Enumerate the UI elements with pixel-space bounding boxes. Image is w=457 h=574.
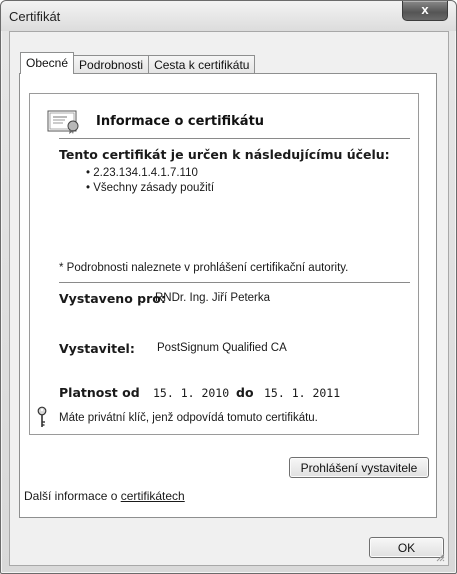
details-note: * Podrobnosti naleznete v prohlášení cer…: [59, 262, 349, 274]
valid-from-label: Platnost od: [59, 385, 140, 400]
tab-certification-path[interactable]: Cesta k certifikátu: [148, 55, 256, 74]
tab-details[interactable]: Podrobnosti: [73, 55, 150, 74]
key-icon: [37, 406, 47, 427]
resize-grip-icon[interactable]: [435, 552, 445, 562]
issued-to-label: Vystaveno pro:: [59, 291, 166, 306]
purpose-item: Všechny zásady použití: [86, 181, 214, 196]
purpose-list: 2.23.134.1.4.1.7.110 Všechny zásady použ…: [86, 166, 214, 196]
private-key-note: Máte privátní klíč, jenž odpovídá tomuto…: [59, 412, 318, 424]
certificate-info-title: Informace o certifikátu: [96, 114, 265, 129]
valid-to-value: 15. 1. 2011: [264, 386, 341, 400]
tab-strip: Obecné Podrobnosti Cesta k certifikátu: [20, 52, 256, 74]
close-button[interactable]: x: [402, 1, 448, 21]
issuer-value: PostSignum Qualified CA: [157, 342, 287, 354]
valid-to-label: do: [236, 385, 254, 400]
close-icon: x: [421, 2, 429, 17]
issued-to-value: RNDr. Ing. Jiří Peterka: [155, 292, 271, 304]
divider: [59, 138, 410, 139]
tab-general[interactable]: Obecné: [20, 52, 75, 74]
certificate-icon: [47, 110, 79, 134]
more-info: Další informace o certifikátech: [24, 489, 185, 503]
title-bar[interactable]: Certifikát x: [1, 1, 456, 31]
certificates-link[interactable]: certifikátech: [121, 489, 185, 503]
purpose-item: 2.23.134.1.4.1.7.110: [86, 166, 214, 181]
ok-button[interactable]: OK: [369, 537, 444, 558]
issuer-label: Vystavitel:: [59, 341, 135, 356]
valid-from-value: 15. 1. 2010: [153, 386, 230, 400]
purpose-heading: Tento certifikát je určen k následujícím…: [59, 147, 390, 162]
more-info-text: Další informace o: [24, 489, 121, 503]
window-title: Certifikát: [9, 9, 61, 24]
issuer-statement-button[interactable]: Prohlášení vystavitele: [289, 457, 429, 478]
divider: [59, 282, 410, 283]
